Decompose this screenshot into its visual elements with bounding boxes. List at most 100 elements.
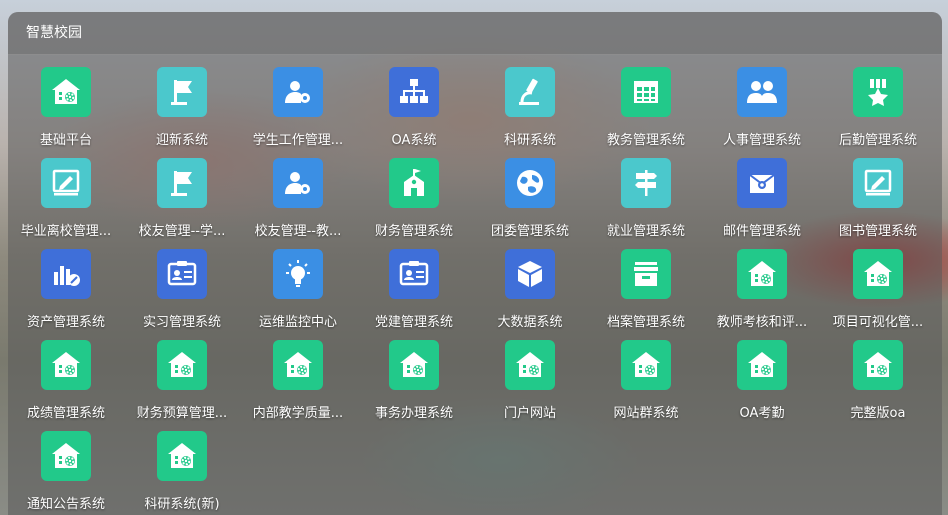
app-panel: 智慧校园 基础平台 迎新系统 学生工作管理... OA系统 科研系统 教务管理系统 人事管理… bbox=[8, 12, 942, 515]
app-tile[interactable]: 成绩管理系统 bbox=[8, 340, 124, 431]
globe-icon bbox=[505, 158, 555, 208]
app-tile[interactable]: 档案管理系统 bbox=[588, 249, 704, 340]
app-tile[interactable]: 教师考核和评... bbox=[704, 249, 820, 340]
app-label: 迎新系统 bbox=[155, 133, 208, 148]
house-gear-icon bbox=[737, 340, 787, 390]
app-label: 教师考核和评... bbox=[716, 315, 808, 330]
app-label: 人事管理系统 bbox=[722, 133, 801, 148]
app-tile[interactable]: 教务管理系统 bbox=[588, 67, 704, 158]
app-tile[interactable]: OA系统 bbox=[356, 67, 472, 158]
app-tile[interactable]: 内部教学质量... bbox=[240, 340, 356, 431]
house-gear-icon bbox=[621, 340, 671, 390]
app-label: 毕业离校管理... bbox=[20, 224, 112, 239]
app-label: 教务管理系统 bbox=[606, 133, 685, 148]
app-label: 财务管理系统 bbox=[374, 224, 453, 239]
app-label: 资产管理系统 bbox=[26, 315, 105, 330]
app-tile[interactable]: 资产管理系统 bbox=[8, 249, 124, 340]
lightbulb-icon bbox=[273, 249, 323, 299]
id-card-icon bbox=[389, 249, 439, 299]
house-gear-icon bbox=[853, 249, 903, 299]
house-gear-icon bbox=[505, 340, 555, 390]
app-label: 图书管理系统 bbox=[838, 224, 917, 239]
app-label: 通知公告系统 bbox=[26, 497, 105, 512]
app-tile[interactable]: 毕业离校管理... bbox=[8, 158, 124, 249]
app-label: 党建管理系统 bbox=[374, 315, 453, 330]
microscope-icon bbox=[505, 67, 555, 117]
app-tile[interactable]: 校友管理--学... bbox=[124, 158, 240, 249]
id-card-icon bbox=[157, 249, 207, 299]
cube-icon bbox=[505, 249, 555, 299]
app-label: OA考勤 bbox=[739, 406, 785, 421]
app-tile[interactable]: 门户网站 bbox=[472, 340, 588, 431]
app-tile[interactable]: 通知公告系统 bbox=[8, 431, 124, 515]
app-tile[interactable]: 科研系统 bbox=[472, 67, 588, 158]
house-gear-icon bbox=[157, 340, 207, 390]
house-gear-icon bbox=[737, 249, 787, 299]
app-tile[interactable]: 迎新系统 bbox=[124, 67, 240, 158]
app-tile[interactable]: OA考勤 bbox=[704, 340, 820, 431]
app-tile[interactable]: 就业管理系统 bbox=[588, 158, 704, 249]
app-label: 团委管理系统 bbox=[490, 224, 569, 239]
app-tile[interactable]: 项目可视化管... bbox=[820, 249, 936, 340]
flag-icon bbox=[157, 67, 207, 117]
mail-gear-icon bbox=[737, 158, 787, 208]
app-label: 后勤管理系统 bbox=[838, 133, 917, 148]
app-tile[interactable]: 图书管理系统 bbox=[820, 158, 936, 249]
house-gear-icon bbox=[273, 340, 323, 390]
app-label: 邮件管理系统 bbox=[722, 224, 801, 239]
app-tile[interactable]: 事务办理系统 bbox=[356, 340, 472, 431]
app-tile[interactable]: 财务预算管理... bbox=[124, 340, 240, 431]
app-label: 档案管理系统 bbox=[606, 315, 685, 330]
app-label: 完整版oa bbox=[850, 406, 906, 421]
user-gear-icon bbox=[273, 158, 323, 208]
house-gear-icon bbox=[41, 67, 91, 117]
app-tile[interactable]: 校友管理--教... bbox=[240, 158, 356, 249]
house-gear-icon bbox=[41, 340, 91, 390]
app-tile[interactable]: 完整版oa bbox=[820, 340, 936, 431]
app-tile[interactable]: 后勤管理系统 bbox=[820, 67, 936, 158]
archive-box-icon bbox=[621, 249, 671, 299]
app-tile[interactable]: 人事管理系统 bbox=[704, 67, 820, 158]
app-tile[interactable]: 邮件管理系统 bbox=[704, 158, 820, 249]
app-label: 校友管理--学... bbox=[138, 224, 226, 239]
app-tile[interactable]: 基础平台 bbox=[8, 67, 124, 158]
app-label: 就业管理系统 bbox=[606, 224, 685, 239]
flag-icon bbox=[157, 158, 207, 208]
app-tile[interactable]: 大数据系统 bbox=[472, 249, 588, 340]
signpost-icon bbox=[621, 158, 671, 208]
app-label: 网站群系统 bbox=[613, 406, 679, 421]
bar-chart-icon bbox=[41, 249, 91, 299]
app-label: 学生工作管理... bbox=[252, 133, 344, 148]
house-gear-icon bbox=[41, 431, 91, 481]
app-tile[interactable]: 团委管理系统 bbox=[472, 158, 588, 249]
pen-frame-icon bbox=[853, 158, 903, 208]
app-tile[interactable]: 学生工作管理... bbox=[240, 67, 356, 158]
app-label: 科研系统(新) bbox=[144, 497, 220, 512]
app-tile[interactable]: 党建管理系统 bbox=[356, 249, 472, 340]
people-icon bbox=[737, 67, 787, 117]
house-gear-icon bbox=[389, 340, 439, 390]
app-label: 实习管理系统 bbox=[142, 315, 221, 330]
user-gear-icon bbox=[273, 67, 323, 117]
medal-star-icon bbox=[853, 67, 903, 117]
org-chart-icon bbox=[389, 67, 439, 117]
app-label: 项目可视化管... bbox=[832, 315, 924, 330]
app-label: 运维监控中心 bbox=[258, 315, 337, 330]
app-tile[interactable]: 财务管理系统 bbox=[356, 158, 472, 249]
app-label: 大数据系统 bbox=[497, 315, 563, 330]
app-label: 门户网站 bbox=[503, 406, 556, 421]
table-grid-icon bbox=[621, 67, 671, 117]
app-label: OA系统 bbox=[391, 133, 437, 148]
app-label: 内部教学质量... bbox=[252, 406, 344, 421]
panel-title: 智慧校园 bbox=[8, 12, 942, 55]
app-label: 校友管理--教... bbox=[254, 224, 342, 239]
school-building-icon bbox=[389, 158, 439, 208]
app-label: 基础平台 bbox=[39, 133, 92, 148]
app-tile[interactable]: 网站群系统 bbox=[588, 340, 704, 431]
pen-frame-icon bbox=[41, 158, 91, 208]
app-tile[interactable]: 科研系统(新) bbox=[124, 431, 240, 515]
app-tile[interactable]: 运维监控中心 bbox=[240, 249, 356, 340]
app-label: 科研系统 bbox=[503, 133, 556, 148]
app-tile[interactable]: 实习管理系统 bbox=[124, 249, 240, 340]
house-gear-icon bbox=[157, 431, 207, 481]
